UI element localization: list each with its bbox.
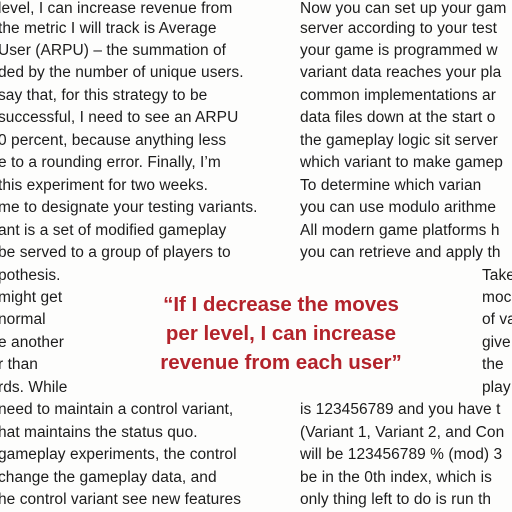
text-line: give: [482, 334, 511, 351]
text-line: is 123456789 and you have t: [300, 401, 501, 418]
text-line: data files down at the start o: [300, 109, 496, 126]
text-line: be served to a group of players to: [0, 244, 231, 261]
text-line: moc: [482, 289, 512, 306]
text-line: the metric I will track is Average: [0, 20, 217, 37]
text-line: ded by the number of unique users.: [0, 64, 244, 81]
magazine-page: level, I can increase revenue from the me…: [0, 0, 512, 512]
text-line: e to a rounding error. Finally, I’m: [0, 154, 221, 171]
text-line: gameplay experiments, the control: [0, 446, 237, 463]
text-line: he control variant see new features: [0, 491, 241, 508]
text-line: To determine which varian: [300, 177, 482, 194]
text-line: variant data reaches your pla: [300, 64, 502, 81]
text-line: normal: [0, 311, 46, 328]
text-line: server according to your test: [300, 20, 498, 37]
text-line: ant is a set of modified gameplay: [0, 222, 227, 239]
text-line: All modern game platforms h: [300, 222, 500, 239]
text-line: you can retrieve and apply th: [300, 244, 501, 261]
text-line: r than: [0, 356, 38, 373]
text-line: will be 123456789 % (mod) 3: [300, 446, 503, 463]
text-line: your game is programmed w: [300, 42, 498, 59]
text-line: me to designate your testing variants.: [0, 199, 258, 216]
text-line: only thing left to do is run th: [300, 491, 492, 508]
text-line: say that, for this strategy to be: [0, 87, 208, 104]
pull-quote-line: per level, I can increase: [165, 322, 397, 345]
text-line: Now you can set up your gam: [300, 0, 507, 17]
left-text-column: level, I can increase revenue from the me…: [0, 0, 282, 512]
pull-quote-line: “If I decrease the moves: [163, 293, 399, 316]
text-line: change the gameplay data, and: [0, 469, 217, 486]
text-line: you can use modulo arithme: [300, 199, 497, 216]
text-line: which variant to make gamep: [300, 154, 503, 171]
text-line: e another: [0, 334, 64, 351]
text-line: 0 percent, because anything less: [0, 132, 227, 149]
text-line: the: [482, 356, 504, 373]
pull-quote-line: revenue from each user”: [160, 351, 402, 374]
text-line: of va: [482, 311, 512, 328]
pull-quote: “If I decrease the moves per level, I ca…: [124, 290, 438, 377]
text-line: be in the 0th index, which is: [300, 469, 492, 486]
text-line: successful, I need to see an ARPU: [0, 109, 239, 126]
text-line: might get: [0, 289, 63, 306]
text-line: Take: [482, 267, 512, 284]
text-line: (Variant 1, Variant 2, and Con: [300, 424, 505, 441]
text-line: pothesis.: [0, 267, 61, 284]
text-line: this experiment for two weeks.: [0, 177, 208, 194]
text-line: hat maintains the status quo.: [0, 424, 198, 441]
text-line: User (ARPU) – the summation of: [0, 42, 227, 59]
text-line: rds. While: [0, 379, 68, 396]
text-line: level, I can increase revenue from: [0, 0, 233, 17]
text-line: play: [482, 379, 511, 396]
text-line: need to maintain a control variant,: [0, 401, 234, 418]
text-line: common implementations ar: [300, 87, 496, 104]
text-line: the gameplay logic sit server: [300, 132, 498, 149]
right-text-column: Now you can set up your gam server accord…: [284, 0, 512, 512]
